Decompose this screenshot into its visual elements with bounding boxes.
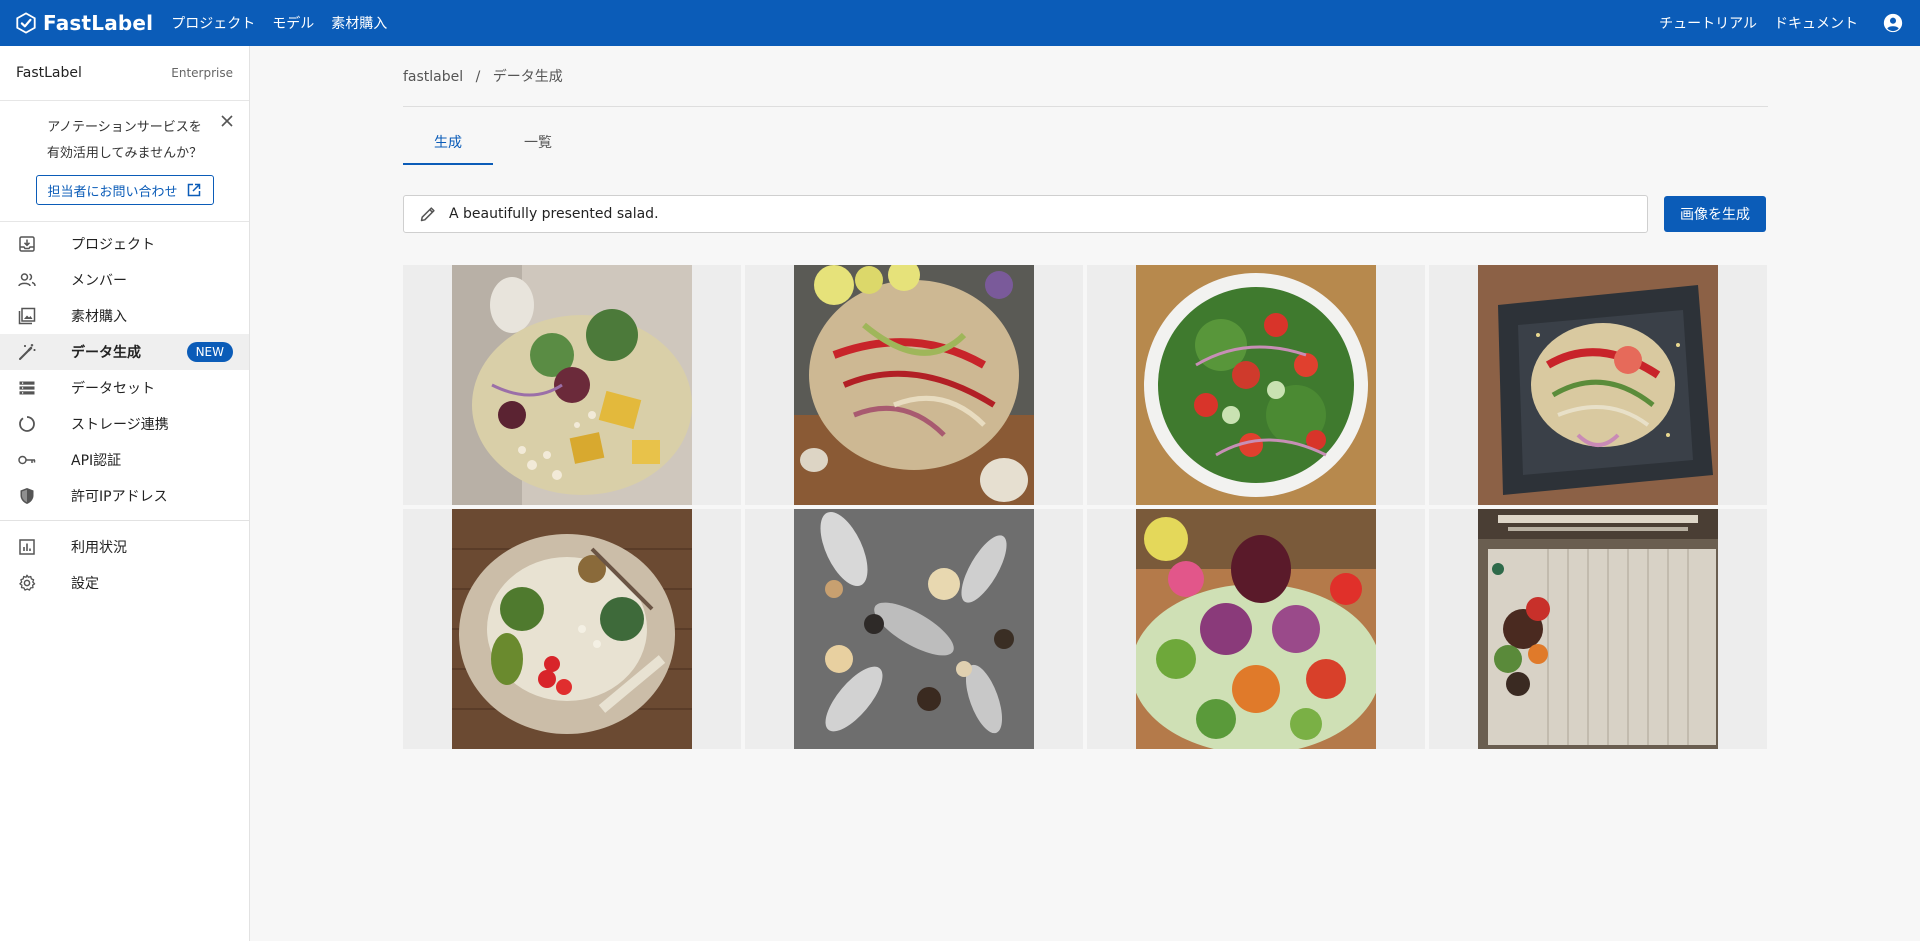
list-icon xyxy=(19,381,35,395)
sidebar-menu: プロジェクト メンバー 素材購入 データ生成 NEW データセット ストレージ連… xyxy=(0,222,249,601)
sidebar-item-members[interactable]: メンバー xyxy=(0,262,249,298)
prompt-box xyxy=(403,195,1648,233)
generated-image xyxy=(452,509,692,749)
gear-icon xyxy=(19,574,36,591)
image-cell[interactable] xyxy=(403,265,741,505)
sidebar-item-label: メンバー xyxy=(71,273,127,289)
plan-label: Enterprise xyxy=(171,66,233,80)
promo-line-2: 有効活用してみませんか？ xyxy=(46,146,203,161)
shield-icon xyxy=(20,488,34,504)
org-row[interactable]: FastLabel Enterprise xyxy=(0,46,249,101)
bar-chart-icon xyxy=(19,539,35,555)
prompt-input[interactable] xyxy=(447,205,1631,223)
inbox-download-icon xyxy=(19,236,35,252)
top-right-links: チュートリアル ドキュメント xyxy=(1642,12,1920,34)
generated-image xyxy=(794,509,1034,749)
tab-generate[interactable]: 生成 xyxy=(403,123,493,165)
generated-image xyxy=(452,265,692,505)
org-name: FastLabel xyxy=(16,65,82,81)
promo-card: アノテーションサービスを 有効活用してみませんか？ 担当者にお問い合わせ xyxy=(0,101,249,222)
external-link-icon xyxy=(187,183,200,197)
generate-image-button[interactable]: 画像を生成 xyxy=(1664,196,1766,232)
contact-button-label: 担当者にお問い合わせ xyxy=(47,184,178,200)
sidebar-item-storage[interactable]: ストレージ連携 xyxy=(0,406,249,442)
sidebar-item-label: データ生成 xyxy=(71,345,141,361)
sidebar-item-label: データセット xyxy=(71,381,155,397)
contact-button[interactable]: 担当者にお問い合わせ xyxy=(35,175,214,205)
prompt-row: 画像を生成 xyxy=(403,195,1768,233)
sidebar-item-label: プロジェクト xyxy=(71,237,155,253)
people-icon xyxy=(18,273,36,287)
pencil-icon xyxy=(420,207,435,222)
topnav-models[interactable]: モデル xyxy=(272,13,314,33)
brand[interactable]: FastLabel xyxy=(15,11,153,35)
sidebar: FastLabel Enterprise アノテーションサービスを 有効活用して… xyxy=(0,46,250,941)
account-circle-icon[interactable] xyxy=(1882,12,1904,34)
key-icon xyxy=(18,455,36,465)
image-cell[interactable] xyxy=(403,509,741,749)
sidebar-item-datasets[interactable]: データセット xyxy=(0,370,249,406)
sidebar-item-label: 利用状況 xyxy=(71,540,127,556)
top-nav: プロジェクト モデル 素材購入 xyxy=(171,13,404,33)
image-cell[interactable] xyxy=(745,265,1083,505)
promo-line-1: アノテーションサービスを xyxy=(47,120,202,135)
image-cell[interactable] xyxy=(1429,265,1767,505)
generated-image xyxy=(1136,509,1376,749)
topnav-docs[interactable]: ドキュメント xyxy=(1774,13,1858,33)
breadcrumb-separator: / xyxy=(475,69,481,85)
close-icon[interactable] xyxy=(219,113,235,129)
sidebar-item-api[interactable]: API認証 xyxy=(0,442,249,478)
sidebar-item-label: 許可IPアドレス xyxy=(71,489,168,505)
generated-image-grid xyxy=(403,265,1768,749)
generated-image xyxy=(1478,509,1718,749)
topnav-projects[interactable]: プロジェクト xyxy=(171,13,255,33)
sidebar-item-label: API認証 xyxy=(71,453,122,469)
topnav-tutorial[interactable]: チュートリアル xyxy=(1659,13,1757,33)
menu-divider xyxy=(0,520,249,521)
sidebar-item-data-generation[interactable]: データ生成 NEW xyxy=(0,334,249,370)
image-cell[interactable] xyxy=(1429,509,1767,749)
sidebar-item-label: ストレージ連携 xyxy=(71,417,169,433)
tabs: 生成 一覧 xyxy=(403,123,1768,165)
sync-icon xyxy=(19,416,35,432)
promo-text: アノテーションサービスを 有効活用してみませんか？ xyxy=(16,115,233,167)
breadcrumb-root[interactable]: fastlabel xyxy=(403,69,463,85)
breadcrumb-current: データ生成 xyxy=(492,69,563,85)
sidebar-item-label: 設定 xyxy=(71,576,99,592)
generated-image xyxy=(1478,265,1718,505)
breadcrumb: fastlabel / データ生成 xyxy=(403,66,1768,107)
sidebar-item-ip[interactable]: 許可IPアドレス xyxy=(0,478,249,514)
fastlabel-logo-icon xyxy=(16,12,36,34)
image-cell[interactable] xyxy=(745,509,1083,749)
sidebar-item-label: 素材購入 xyxy=(71,309,127,325)
sidebar-item-projects[interactable]: プロジェクト xyxy=(0,226,249,262)
image-library-icon xyxy=(18,307,36,325)
top-navigation-bar: FastLabel プロジェクト モデル 素材購入 チュートリアル ドキュメント xyxy=(0,0,1920,46)
main-content: fastlabel / データ生成 生成 一覧 画像を生成 xyxy=(403,46,1768,749)
image-cell[interactable] xyxy=(1087,509,1425,749)
sidebar-item-assets[interactable]: 素材購入 xyxy=(0,298,249,334)
topnav-assets[interactable]: 素材購入 xyxy=(331,13,387,33)
magic-wand-icon xyxy=(19,344,36,360)
new-badge: NEW xyxy=(186,342,233,362)
sidebar-item-settings[interactable]: 設定 xyxy=(0,565,249,601)
generated-image xyxy=(1136,265,1376,505)
brand-name: FastLabel xyxy=(43,11,154,35)
sidebar-item-usage[interactable]: 利用状況 xyxy=(0,529,249,565)
image-cell[interactable] xyxy=(1087,265,1425,505)
tab-list[interactable]: 一覧 xyxy=(493,123,583,163)
generated-image xyxy=(794,265,1034,505)
